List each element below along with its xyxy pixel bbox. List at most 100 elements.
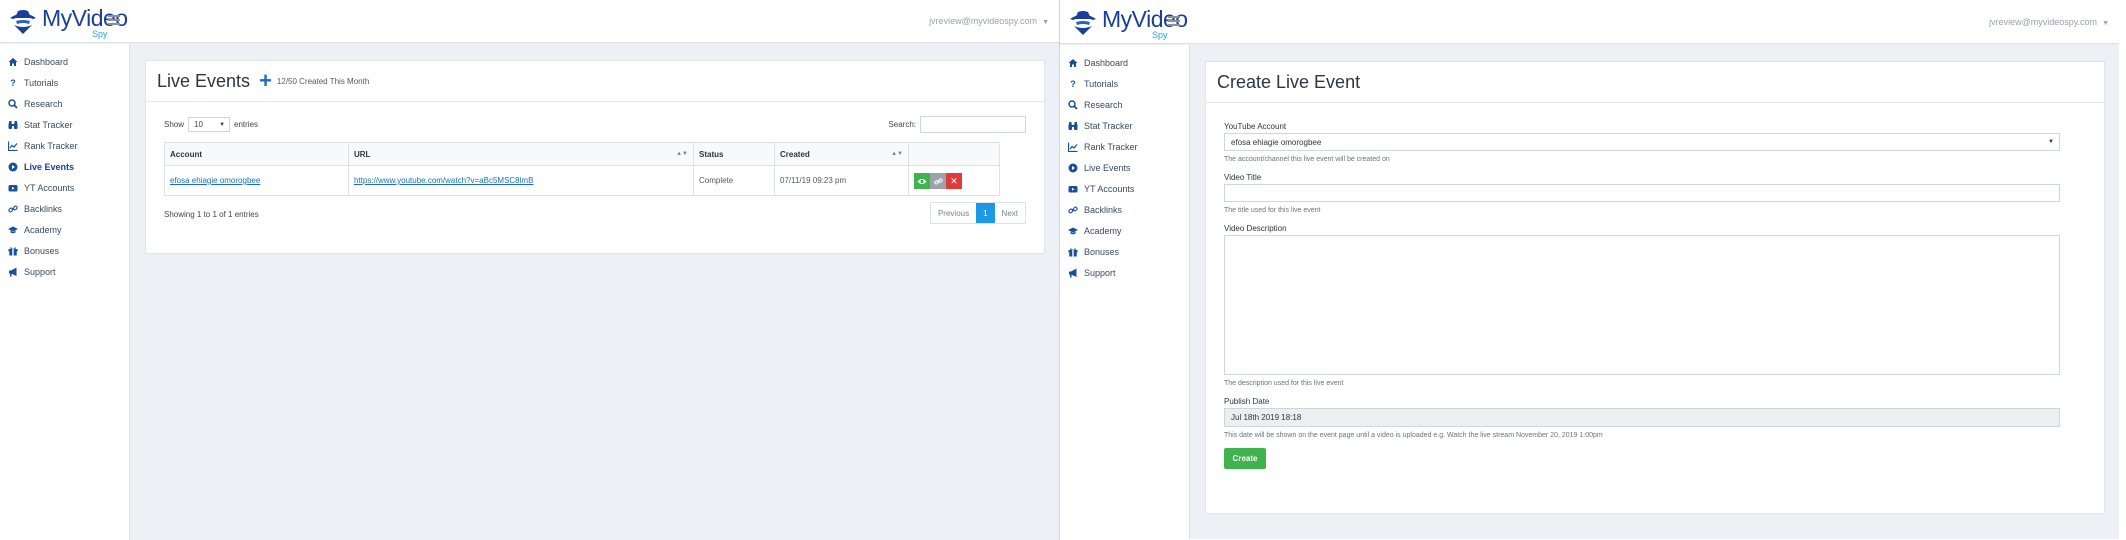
column-header-status[interactable]: Status xyxy=(693,142,775,166)
create-button[interactable]: Create xyxy=(1224,448,1266,469)
sidebar-item-label: Live Events xyxy=(24,161,75,172)
page-title: Live Events xyxy=(157,70,251,91)
sidebar-item-bonuses[interactable]: Bonuses xyxy=(0,240,129,261)
sidebar-item-support[interactable]: Support xyxy=(1060,262,1189,283)
delete-button[interactable]: ✕ xyxy=(946,172,962,189)
publish-date-field[interactable]: Jul 18th 2019 18:18 xyxy=(1224,408,2060,427)
sidebar-item-label: Tutorials xyxy=(1084,78,1119,89)
copy-link-button[interactable] xyxy=(930,172,946,189)
pagination-page-1[interactable]: 1 xyxy=(976,203,995,223)
question-icon: ? xyxy=(1070,78,1076,89)
sidebar-item-rank-tracker[interactable]: Rank Tracker xyxy=(0,135,129,156)
sidebar-item-academy[interactable]: Academy xyxy=(1060,220,1189,241)
card-header: Live Events + 12/50 Created This Month xyxy=(146,61,1044,102)
live-events-table: Account URL ▲▼ Status Created ▲▼ efosa ehi… xyxy=(164,142,1000,196)
search-input[interactable] xyxy=(920,116,1026,133)
sidebar-item-live-events[interactable]: Live Events xyxy=(1060,157,1189,178)
account-label: YouTube Account xyxy=(1224,122,1287,131)
user-email: jvreview@myvideospy.com xyxy=(1989,17,2098,27)
main-content: Live Events + 12/50 Created This Month S… xyxy=(131,44,1059,540)
sidebar-item-tutorials[interactable]: ? Tutorials xyxy=(0,72,129,93)
account-select[interactable]: efosa ehiagie omorogbee ▼ xyxy=(1224,133,2060,151)
top-bar: MyVideo Spy jvreview@myvideospy.com ▼ xyxy=(1060,1,2119,44)
youtube-icon xyxy=(1068,184,1078,194)
sidebar-item-bonuses[interactable]: Bonuses xyxy=(1060,241,1189,262)
sidebar-item-label: Support xyxy=(24,266,56,277)
caret-down-icon: ▼ xyxy=(219,121,226,128)
user-menu[interactable]: jvreview@myvideospy.com ▼ xyxy=(929,16,1049,26)
sidebar-item-label: Research xyxy=(24,98,63,109)
sidebar-item-stat-tracker[interactable]: Stat Tracker xyxy=(0,114,129,135)
sidebar-item-academy[interactable]: Academy xyxy=(0,219,129,240)
url-link[interactable]: https://www.youtube.com/watch?v=aBc5MSC8… xyxy=(354,176,533,185)
sidebar-item-label: Backlinks xyxy=(24,203,63,214)
pagination-next[interactable]: Next xyxy=(995,203,1025,223)
page-title: Create Live Event xyxy=(1217,71,1361,92)
column-header-account[interactable]: Account xyxy=(164,142,349,166)
sidebar-item-support[interactable]: Support xyxy=(0,261,129,282)
column-header-url[interactable]: URL ▲▼ xyxy=(348,142,694,166)
eye-icon xyxy=(917,178,927,184)
account-link[interactable]: efosa ehiagie omorogbee xyxy=(170,176,260,185)
card-header: Create Live Event xyxy=(1206,62,2104,103)
live-events-screen: MyVideo Spy jvreview@myvideospy.com ▼ Das… xyxy=(0,0,1059,540)
pagination-previous[interactable]: Previous xyxy=(931,203,976,223)
publish-date-help: This date will be shown on the event pag… xyxy=(1224,432,1603,439)
description-field[interactable] xyxy=(1224,235,2060,375)
account-help: The account/channel this live event will… xyxy=(1224,156,1390,163)
sidebar-item-yt-accounts[interactable]: YT Accounts xyxy=(0,177,129,198)
hamburger-menu-icon[interactable] xyxy=(1168,16,1180,26)
account-select-value: efosa ehiagie omorogbee xyxy=(1231,137,1322,147)
hamburger-menu-icon[interactable] xyxy=(108,15,120,25)
sidebar-item-label: Academy xyxy=(24,224,62,235)
link-icon xyxy=(933,178,943,185)
column-header-created[interactable]: Created ▲▼ xyxy=(774,142,909,166)
sidebar-item-backlinks[interactable]: Backlinks xyxy=(1060,199,1189,220)
page-length: Show 10 ▼ entries xyxy=(164,117,258,132)
sidebar-item-label: Stat Tracker xyxy=(1084,120,1133,131)
sidebar-item-research[interactable]: Research xyxy=(0,93,129,114)
sidebar-item-research[interactable]: Research xyxy=(1060,94,1189,115)
home-icon xyxy=(8,57,18,67)
table-footer: Showing 1 to 1 of 1 entries Previous 1 N… xyxy=(146,196,1044,241)
page-length-select[interactable]: 10 ▼ xyxy=(188,117,231,132)
caret-down-icon: ▼ xyxy=(2048,139,2054,145)
link-icon xyxy=(1068,205,1078,215)
sidebar-item-label: Stat Tracker xyxy=(24,119,73,130)
sidebar-item-label: Rank Tracker xyxy=(24,140,78,151)
user-menu[interactable]: jvreview@myvideospy.com ▼ xyxy=(1989,17,2109,27)
column-header-actions xyxy=(908,142,1000,166)
table-row: efosa ehiagie omorogbee https://www.yout… xyxy=(164,165,1000,196)
caret-down-icon: ▼ xyxy=(1042,19,1049,26)
cell-status: Complete xyxy=(693,165,775,196)
sidebar-item-tutorials[interactable]: ? Tutorials xyxy=(1060,73,1189,94)
created-count: 12/50 Created This Month xyxy=(276,76,370,86)
sidebar-item-yt-accounts[interactable]: YT Accounts xyxy=(1060,178,1189,199)
sort-icon: ▲▼ xyxy=(676,151,688,157)
sidebar-item-stat-tracker[interactable]: Stat Tracker xyxy=(1060,115,1189,136)
gift-icon xyxy=(8,246,18,256)
sidebar: Dashboard ? Tutorials Research Stat Track… xyxy=(0,44,130,540)
page-length-value: 10 xyxy=(194,120,203,129)
search-icon xyxy=(8,98,18,109)
video-title-field[interactable] xyxy=(1224,184,2060,202)
sidebar-item-live-events[interactable]: Live Events xyxy=(0,156,129,177)
sidebar-item-label: Bonuses xyxy=(24,245,60,256)
show-label: Show xyxy=(164,120,185,129)
sidebar-item-rank-tracker[interactable]: Rank Tracker xyxy=(1060,136,1189,157)
sidebar-item-label: YT Accounts xyxy=(1084,183,1135,194)
sidebar-item-label: Academy xyxy=(1084,225,1122,236)
sidebar-item-backlinks[interactable]: Backlinks xyxy=(0,198,129,219)
description-help: The description used for this live event xyxy=(1224,380,1344,387)
view-button[interactable] xyxy=(914,172,930,189)
add-event-button[interactable]: + xyxy=(259,70,272,92)
cell-created: 07/11/19 09:23 pm xyxy=(774,165,909,196)
sidebar-item-dashboard[interactable]: Dashboard xyxy=(1060,52,1189,73)
publish-date-label: Publish Date xyxy=(1224,397,1270,406)
sidebar-item-dashboard[interactable]: Dashboard xyxy=(0,51,129,72)
pagination: Previous 1 Next xyxy=(929,202,1026,224)
video-title-label: Video Title xyxy=(1224,173,1262,182)
home-icon xyxy=(1068,58,1078,68)
publish-date-value: Jul 18th 2019 18:18 xyxy=(1231,413,1302,422)
user-email: jvreview@myvideospy.com xyxy=(929,16,1038,26)
